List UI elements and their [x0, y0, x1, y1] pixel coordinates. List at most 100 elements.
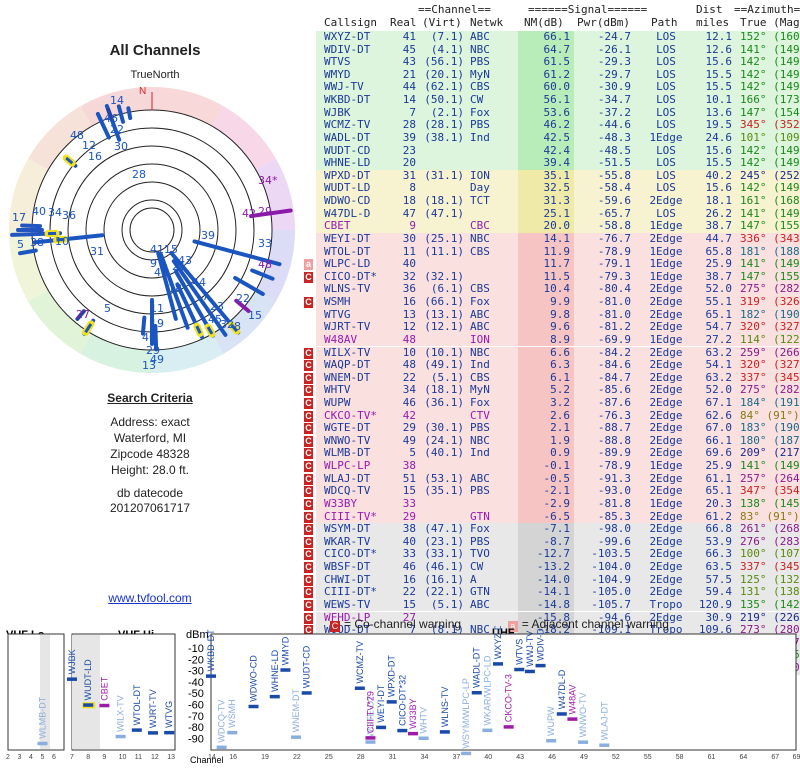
table-row[interactable]: C WAQP-DT 48 (49.1) Ind 6.3 -84.6 2Edge 54.1 320°… — [304, 358, 800, 372]
header-dist[interactable]: miles — [696, 16, 729, 29]
azimuth-true: 347° — [740, 484, 767, 498]
x-tick-label: 7 — [70, 754, 74, 761]
path-cell: 2Edge — [649, 395, 683, 409]
header-pwr[interactable]: Pwr(dBm) — [577, 16, 630, 29]
table-row[interactable]: WKBD-DT 14 (50.1) CW 56.1 -34.7 LOS 10.1 166° (1… — [304, 93, 800, 107]
table-row[interactable]: C WLPC-LP 38 -0.1 -78.9 1Edge 25.9 141° (149°) — [304, 459, 800, 473]
db-datecode: db datecode 201207061717 — [60, 486, 240, 516]
chart-bar-label: CKCO-TV-3 — [504, 674, 514, 722]
chart-bar — [115, 734, 126, 739]
header-virt[interactable]: (Virt) — [422, 16, 462, 29]
power-cell: -59.6 — [597, 194, 631, 208]
callsign-cell: CIII-DT* — [324, 585, 377, 599]
x-tick-label: 19 — [261, 754, 269, 761]
nm-cell: 66.1 — [543, 30, 571, 43]
table-row[interactable]: WADL-DT 39 (38.1) Ind 42.5 -48.3 1Edge 24.6 101°… — [304, 130, 800, 145]
table-row[interactable]: WTVS 43 (56.1) PBS 61.5 -29.3 LOS 15.6 142° (149… — [304, 55, 800, 69]
table-row[interactable]: C WBSF-DT 46 (46.1) CW -13.2 -104.0 2Edge 63.5 33… — [304, 560, 800, 574]
y-tick-label: -20 — [188, 654, 204, 666]
chart-bar-label: WJRT-TV — [148, 689, 158, 728]
table-row[interactable]: a WLPC-LD 40 11.7 -79.1 1Edge 25.9 141° (149°) — [304, 257, 800, 271]
co-channel-warning-icon: C — [304, 271, 313, 283]
table-row[interactable]: C WSMH 16 (66.1) Fox 9.9 -81.0 2Edge 55.1 319° (3… — [304, 295, 800, 309]
power-cell: -79.1 — [597, 257, 631, 271]
chart-bar-label: WNWO-TV — [578, 692, 588, 737]
co-channel-warning-icon: C — [304, 498, 313, 510]
chart-bar-label: WUDT-LD — [83, 659, 93, 700]
path-cell: 1Edge — [649, 459, 683, 473]
virtual-channel-cell: (46.1) — [424, 560, 464, 574]
network-cell: TCT — [470, 194, 490, 208]
header-nm[interactable]: NM(dB) — [524, 16, 564, 29]
radar-channel-label: 40 — [32, 205, 46, 218]
tvfool-link[interactable]: www.tvfool.com — [60, 591, 240, 605]
path-cell: 2Edge — [649, 295, 683, 309]
x-tick-label: 67 — [771, 754, 779, 761]
header-callsign[interactable]: Callsign — [324, 16, 377, 29]
nm-cell: -0.1 — [543, 459, 571, 473]
table-row[interactable]: W48AV 48 ION 8.9 -69.9 1Edge 27.2 114° (122°) — [304, 333, 800, 347]
header-path[interactable]: Path — [651, 16, 678, 29]
radar-channel-label: 15 — [164, 243, 178, 256]
azimuth-magnetic: (190°) — [773, 421, 800, 435]
header-azimuth[interactable]: True (Magn) — [740, 16, 800, 29]
network-cell: CBS — [470, 244, 490, 258]
table-row[interactable]: CBET 9 CBC 20.0 -58.8 1Edge 38.7 147° (155°) — [304, 219, 800, 233]
table-row[interactable]: WHNE-LD 20 39.4 -51.5 LOS 15.5 142° (149°) — [304, 156, 800, 170]
table-row[interactable]: C W33BY 33 -2.9 -81.8 1Edge 20.3 138° (145°) — [304, 497, 800, 511]
distance-cell: 10.1 — [705, 93, 733, 107]
power-cell: -81.0 — [597, 295, 631, 309]
callsign-cell: WTVS — [324, 55, 351, 69]
azimuth-magnetic: (187°) — [773, 433, 800, 447]
real-channel-cell: 12 — [402, 320, 416, 334]
chart-bar-label: WEYI-DT — [376, 684, 386, 722]
azimuth-true: 142° — [740, 80, 767, 94]
virtual-channel-cell: (35.1) — [424, 484, 464, 498]
search-criteria-heading: Search Criteria — [107, 391, 193, 405]
azimuth-magnetic: (283°) — [773, 534, 800, 548]
azimuth-magnetic: (282°) — [773, 383, 800, 397]
azimuth-magnetic: (217°) — [773, 446, 800, 460]
table-row[interactable]: C CIII-DT* 22 (22.1) GTN -14.1 -105.0 2Edge 59.4… — [304, 585, 800, 599]
x-tick-label: 64 — [740, 754, 748, 761]
header-netwk[interactable]: Netwk — [470, 16, 503, 29]
x-tick-label: 55 — [644, 754, 652, 761]
distance-cell: 55.1 — [705, 295, 733, 309]
power-cell: -98.0 — [597, 522, 631, 536]
azimuth-magnetic: (190°) — [773, 307, 800, 321]
virtual-channel-cell: (18.1) — [424, 194, 464, 208]
callsign-cell: WKBD-DT — [324, 93, 371, 107]
path-cell: 1Edge — [649, 219, 683, 233]
chart-bar — [365, 736, 376, 740]
table-row[interactable]: WEYI-DT 30 (25.1) NBC 14.1 -76.7 2Edge 44.7 336°… — [304, 231, 800, 246]
chart-bar — [269, 694, 280, 699]
azimuth-magnetic: (149°) — [773, 257, 800, 271]
real-channel-cell: 41 — [402, 30, 416, 43]
radar-channel-label: 5 — [17, 238, 24, 251]
chart-bar-label: WXYZ-DT — [493, 626, 503, 659]
chart-bar-label: WTOL-DT — [132, 684, 142, 725]
table-row[interactable]: C WSYM-DT 38 (47.1) Fox -7.1 -98.0 2Edge 66.8 261… — [304, 522, 800, 536]
chart-bar-label: WLNS-TV — [440, 687, 450, 728]
table-row[interactable]: C WUPW 46 (36.1) Fox 3.2 -87.6 2Edge 67.1 184° (1… — [304, 395, 800, 410]
azimuth-true: 141° — [740, 42, 767, 56]
chart-bar-label: WTVG — [164, 701, 174, 728]
power-cell: -48.3 — [597, 130, 631, 144]
table-row[interactable]: WJRT-TV 12 (12.1) ABC 9.6 -81.2 2Edge 54.7 320° … — [304, 320, 800, 334]
chart-bar-label: CICO-DT*32 — [397, 675, 407, 726]
power-cell: -76.7 — [597, 231, 631, 245]
table-row[interactable]: C WEWS-TV 15 (5.1) ABC -14.8 -105.7 Tropo 120.9 1… — [304, 598, 800, 612]
table-row[interactable]: WDWO-CD 18 (18.1) TCT 31.3 -59.6 2Edge 18.1 161°… — [304, 194, 800, 208]
table-row[interactable]: WXYZ-DT 41 (7.1) ABC 66.1 -24.7 LOS 12.1 152° (1… — [304, 30, 800, 44]
nm-cell: 11.7 — [543, 257, 571, 271]
co-channel-warning-icon: C — [304, 435, 313, 447]
table-row[interactable]: C WGTE-DT 29 (30.1) PBS 2.1 -88.7 2Edge 67.0 183°… — [304, 421, 800, 435]
virtual-channel-cell: (7.1) — [430, 30, 464, 43]
chart-bar — [291, 735, 302, 739]
co-channel-warning-icon: C — [304, 385, 313, 397]
chart-bar — [461, 751, 472, 756]
radar-channel-label: 22 — [110, 123, 124, 136]
callsign-cell: WHNE-LD — [324, 156, 371, 170]
callsign-cell: WXYZ-DT — [324, 30, 371, 43]
header-real[interactable]: Real — [390, 16, 417, 29]
